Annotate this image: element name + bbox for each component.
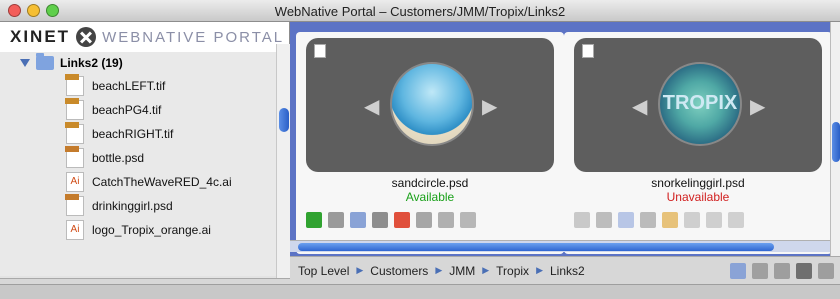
print-icon[interactable]: [438, 212, 454, 228]
tree-root-label: Links2 (19): [60, 56, 123, 70]
asset-thumbnail: TROPIX: [658, 62, 742, 146]
brand-logo: XINET WEBNATIVE PORTAL: [0, 22, 289, 52]
search-view-icon[interactable]: [752, 263, 768, 279]
preview-panel: ◀ ▶ sandcircle.psd Available ◀ TROPIX ▶ …: [290, 22, 840, 256]
page-icon: [314, 44, 326, 58]
previous-arrow-icon[interactable]: ◀: [364, 94, 379, 119]
status-bar: [0, 284, 840, 299]
cart-action-icon[interactable]: [372, 212, 388, 228]
breadcrumb-item-customers[interactable]: Customers: [370, 264, 428, 278]
asset-card[interactable]: ◀ ▶ sandcircle.psd Available: [296, 32, 564, 254]
asset-filename: sandcircle.psd: [391, 176, 469, 190]
grid-large-icon[interactable]: [796, 263, 812, 279]
next-arrow-icon[interactable]: ▶: [482, 94, 497, 119]
tree-file-item[interactable]: Ai CatchTheWaveRED_4c.ai: [0, 170, 276, 194]
asset-card[interactable]: ◀ TROPIX ▶ snorkelinggirl.psd Unavailabl…: [564, 32, 832, 254]
breadcrumb-separator-icon: ▶: [435, 265, 443, 275]
grid-small-icon[interactable]: [774, 263, 790, 279]
info-box-icon[interactable]: [684, 212, 700, 228]
tiff-tag-icon: [65, 122, 79, 128]
thumbnail-text: TROPIX: [662, 92, 738, 114]
cart-action-icon[interactable]: [640, 212, 656, 228]
photo-tag-icon: [65, 194, 79, 200]
folder-icon: [36, 53, 54, 70]
photo-tag-icon: [65, 146, 79, 152]
tree-file-item[interactable]: drinkinggirl.psd: [0, 194, 276, 218]
asset-preview[interactable]: ◀ TROPIX ▶: [574, 38, 822, 172]
asset-status: Available: [405, 190, 455, 204]
asset-status: Unavailable: [666, 190, 730, 204]
photo-file-icon: [65, 146, 84, 168]
asset-thumbnail: [390, 62, 474, 146]
folder-action-icon[interactable]: [618, 212, 634, 228]
folder-view-icon[interactable]: [730, 263, 746, 279]
breadcrumb-separator-icon: ▶: [536, 265, 543, 275]
tree-root-folder[interactable]: Links2 (19): [0, 52, 276, 74]
preview-scrollbar-thumb[interactable]: [832, 122, 840, 162]
xinet-logo-icon: [76, 27, 97, 47]
next-arrow-icon[interactable]: ▶: [750, 94, 765, 119]
move-folder-icon[interactable]: [460, 212, 476, 228]
tree-file-label: beachLEFT.tif: [92, 79, 166, 93]
asset-actions: [574, 212, 744, 228]
asset-filename: snorkelinggirl.psd: [651, 176, 745, 190]
brand-xinet: XINET: [10, 27, 71, 46]
tiff-file-icon: [65, 74, 84, 96]
tree-file-item[interactable]: bottle.psd: [0, 146, 276, 170]
download-icon[interactable]: [574, 212, 590, 228]
preview-vertical-scrollbar[interactable]: [830, 22, 840, 256]
tree-file-label: logo_Tropix_orange.ai: [92, 223, 211, 237]
tree-scrollbar-thumb[interactable]: [279, 108, 289, 132]
breadcrumb-item-tropix[interactable]: Tropix: [496, 264, 529, 278]
ai-file-icon: Ai: [66, 220, 84, 240]
brand-webnative-portal: WEBNATIVE PORTAL: [102, 28, 285, 46]
tree-vertical-scrollbar[interactable]: [276, 44, 290, 278]
tiff-tag-icon: [65, 74, 79, 80]
edit-pencil-icon[interactable]: [662, 212, 678, 228]
tree-file-label: beachRIGHT.tif: [92, 127, 174, 141]
tree-file-item[interactable]: Ai logo_Tropix_orange.ai: [0, 218, 276, 242]
folder-action-icon[interactable]: [350, 212, 366, 228]
tree-file-item[interactable]: beachRIGHT.tif: [0, 122, 276, 146]
view-tools: [730, 263, 834, 279]
ai-file-icon: Ai: [66, 172, 84, 192]
breadcrumb: Top Level ▶ Customers ▶ JMM ▶ Tropix ▶ L…: [290, 256, 840, 284]
move-folder-icon[interactable]: [728, 212, 744, 228]
preview-horizontal-scrollbar[interactable]: [290, 240, 830, 252]
breadcrumb-separator-icon: ▶: [356, 265, 364, 275]
breadcrumb-item-links2[interactable]: Links2: [550, 264, 585, 278]
tree-file-item[interactable]: beachPG4.tif: [0, 98, 276, 122]
tree-file-label: CatchTheWaveRED_4c.ai: [92, 175, 232, 189]
tree-file-label: bottle.psd: [92, 151, 145, 165]
photo-file-icon: [65, 194, 84, 216]
print-icon[interactable]: [706, 212, 722, 228]
file-tree: Links2 (19) beachLEFT.tif beachPG4.tif b…: [0, 52, 276, 276]
list-view-icon[interactable]: [818, 263, 834, 279]
tiff-file-icon: [65, 122, 84, 144]
download-alt-icon[interactable]: [328, 212, 344, 228]
asset-actions: [306, 212, 476, 228]
disclosure-triangle-icon[interactable]: [20, 59, 30, 67]
previous-arrow-icon[interactable]: ◀: [632, 94, 647, 119]
page-icon: [582, 44, 594, 58]
tiff-file-icon: [65, 98, 84, 120]
breadcrumb-item-jmm[interactable]: JMM: [449, 264, 475, 278]
breadcrumb-item-top-level[interactable]: Top Level: [298, 264, 349, 278]
edit-pencil-icon[interactable]: [394, 212, 410, 228]
horizontal-scrollbar-thumb[interactable]: [298, 243, 774, 251]
tree-file-label: beachPG4.tif: [92, 103, 162, 117]
app-window: WebNative Portal – Customers/JMM/Tropix/…: [0, 0, 840, 299]
tree-file-label: drinkinggirl.psd: [92, 199, 173, 213]
breadcrumb-separator-icon: ▶: [482, 265, 490, 275]
info-box-icon[interactable]: [416, 212, 432, 228]
asset-preview[interactable]: ◀ ▶: [306, 38, 554, 172]
download-alt-icon[interactable]: [596, 212, 612, 228]
left-panel: XINET WEBNATIVE PORTAL Links2 (19) beach…: [0, 22, 290, 299]
window-title: WebNative Portal – Customers/JMM/Tropix/…: [274, 4, 566, 19]
tree-file-item[interactable]: beachLEFT.tif: [0, 74, 276, 98]
title-bar: WebNative Portal – Customers/JMM/Tropix/…: [0, 0, 840, 22]
tiff-tag-icon: [65, 98, 79, 104]
download-icon[interactable]: [306, 212, 322, 228]
